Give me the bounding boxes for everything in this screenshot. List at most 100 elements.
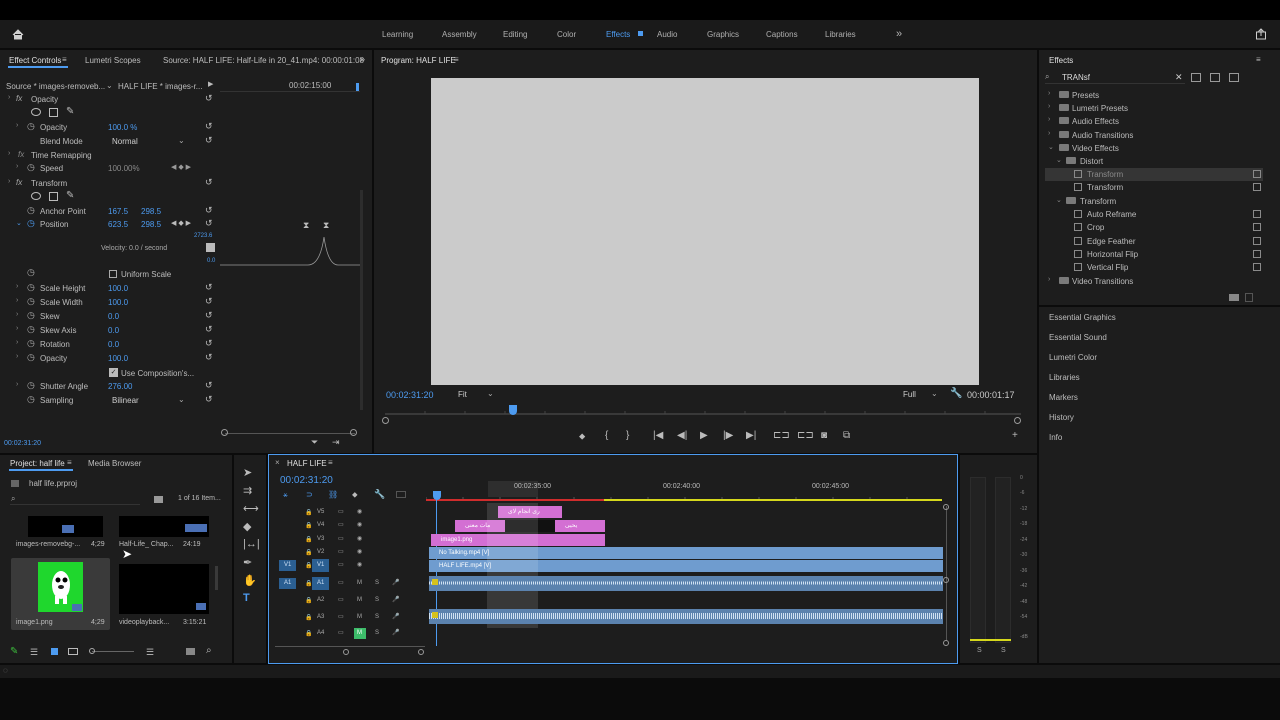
fit-select[interactable]: Fit ⌄ bbox=[458, 389, 498, 401]
lumetri-color-tab[interactable]: Lumetri Color bbox=[1049, 353, 1097, 362]
reset-icon[interactable]: ↺ bbox=[205, 177, 213, 188]
zoom-handle-right[interactable] bbox=[350, 429, 357, 436]
workspace-editing[interactable]: Editing bbox=[503, 30, 527, 39]
effects-tree-item[interactable]: Crop bbox=[1045, 221, 1263, 234]
sampling-select[interactable]: Bilinear ⌄ bbox=[112, 395, 187, 406]
audio-clip-a3[interactable] bbox=[429, 609, 943, 624]
effects-tree-item[interactable]: Auto Reframe bbox=[1045, 208, 1263, 221]
stopwatch-icon[interactable]: ◷ bbox=[27, 352, 35, 363]
scroll-handle[interactable] bbox=[418, 649, 424, 655]
stopwatch-icon[interactable]: ◷ bbox=[27, 380, 35, 391]
timeline-playhead[interactable] bbox=[433, 491, 441, 500]
reset-icon[interactable]: ↺ bbox=[205, 218, 213, 229]
ec-zoom-bar[interactable] bbox=[225, 433, 355, 434]
project-scrollbar[interactable] bbox=[215, 566, 218, 590]
stopwatch-icon[interactable]: ◷ bbox=[27, 205, 35, 216]
effects-tree-item[interactable]: › Audio Effects bbox=[1045, 115, 1263, 128]
reset-icon[interactable]: ↺ bbox=[205, 296, 213, 307]
program-timecode[interactable]: 00:02:31:20 bbox=[386, 390, 434, 400]
pen-tool-icon[interactable]: ✒ bbox=[243, 556, 252, 569]
tab-lumetri-scopes[interactable]: Lumetri Scopes bbox=[85, 56, 141, 65]
workspace-assembly[interactable]: Assembly bbox=[442, 30, 477, 39]
program-scrub-bar[interactable] bbox=[385, 409, 1021, 419]
track-header-a2[interactable]: 🔒 A2 ▭ M S 🎤 bbox=[272, 594, 422, 608]
keyframe-marker-icon[interactable]: ⧗ bbox=[303, 220, 309, 231]
tab-media-browser[interactable]: Media Browser bbox=[88, 459, 141, 468]
effects-tree-item[interactable]: Edge Feather bbox=[1045, 235, 1263, 248]
yuv-effects-icon[interactable] bbox=[1229, 73, 1239, 82]
effects-tree-item-selected[interactable]: Transform bbox=[1045, 168, 1263, 181]
expand-panels-icon[interactable]: » bbox=[360, 54, 365, 64]
timeline-clip[interactable]: یحیی bbox=[555, 520, 605, 532]
effects-tree-item[interactable]: ⌄ Video Effects bbox=[1045, 142, 1263, 155]
project-search-input[interactable]: ⌕ bbox=[10, 494, 140, 505]
go-to-out-icon[interactable]: ▶| bbox=[746, 430, 756, 441]
panel-menu-icon[interactable]: ≡ bbox=[1256, 55, 1261, 64]
stopwatch-icon[interactable]: ◷ bbox=[27, 324, 35, 335]
panel-menu-icon[interactable]: ≡ bbox=[328, 458, 333, 467]
reset-icon[interactable]: ↺ bbox=[205, 324, 213, 335]
effects-tree-item[interactable]: › Lumetri Presets bbox=[1045, 102, 1263, 115]
workspace-libraries[interactable]: Libraries bbox=[825, 30, 856, 39]
program-playhead[interactable] bbox=[509, 405, 517, 415]
opacity-value[interactable]: 100.0 % bbox=[108, 123, 137, 132]
essential-graphics-tab[interactable]: Essential Graphics bbox=[1049, 313, 1116, 322]
add-marker-icon[interactable]: ⬥ bbox=[579, 431, 585, 442]
sequence-clip-label[interactable]: HALF LIFE * images-r... bbox=[118, 82, 202, 91]
reset-icon[interactable]: ↺ bbox=[205, 205, 213, 216]
slip-tool-icon[interactable]: |↔| bbox=[243, 538, 260, 550]
panel-menu-icon[interactable]: ≡ bbox=[67, 458, 72, 467]
effects-tree-item[interactable]: Horizontal Flip bbox=[1045, 248, 1263, 261]
mark-in-icon[interactable]: { bbox=[605, 430, 608, 441]
shutter-angle-value[interactable]: 276.00 bbox=[108, 382, 132, 391]
filter-icon[interactable]: ⏷ bbox=[311, 437, 318, 448]
icon-view-icon[interactable] bbox=[51, 648, 58, 655]
nest-icon[interactable]: ⚹ bbox=[283, 490, 288, 500]
pen-mask-icon[interactable]: ✎ bbox=[66, 190, 74, 201]
anchor-x-value[interactable]: 167.5 bbox=[108, 207, 128, 216]
project-thumb[interactable] bbox=[119, 516, 209, 537]
export-icon[interactable]: ⇥ bbox=[332, 437, 340, 448]
find-icon[interactable]: ⌕ bbox=[206, 645, 212, 656]
reset-icon[interactable]: ↺ bbox=[205, 352, 213, 363]
rotation-value[interactable]: 0.0 bbox=[108, 340, 119, 349]
rect-mask-icon[interactable] bbox=[49, 192, 58, 201]
scale-width-value[interactable]: 100.0 bbox=[108, 298, 128, 307]
ec-scrollbar[interactable] bbox=[360, 190, 363, 410]
scrub-end-handle[interactable] bbox=[1014, 417, 1021, 424]
effects-tree-item[interactable]: Transform bbox=[1045, 181, 1263, 194]
keyframe-nav-icon[interactable]: ◀ ◆ ▶ bbox=[171, 219, 191, 227]
graph-icon[interactable] bbox=[206, 243, 215, 252]
captions-icon[interactable] bbox=[396, 491, 406, 498]
track-header-v2[interactable]: 🔒 V2 ▭ ◉ bbox=[272, 546, 422, 560]
reset-icon[interactable]: ↺ bbox=[205, 394, 213, 405]
scrub-start-handle[interactable] bbox=[382, 417, 389, 424]
delete-icon[interactable] bbox=[1245, 293, 1253, 302]
stopwatch-icon[interactable]: ◷ bbox=[27, 121, 35, 132]
selection-tool-icon[interactable]: ➤ bbox=[243, 466, 252, 479]
track-header-v4[interactable]: 🔒 V4 ▭ ◉ bbox=[272, 519, 422, 533]
add-marker-icon[interactable]: ⬥ bbox=[352, 490, 358, 500]
effects-tree-item[interactable]: Vertical Flip bbox=[1045, 261, 1263, 274]
camera-icon[interactable]: ◙ bbox=[821, 430, 827, 441]
workspace-audio[interactable]: Audio bbox=[657, 30, 677, 39]
scroll-handle[interactable] bbox=[943, 577, 949, 583]
stopwatch-icon[interactable]: ◷ bbox=[27, 310, 35, 321]
stopwatch-icon[interactable]: ◷ bbox=[27, 162, 35, 173]
project-thumb[interactable] bbox=[28, 516, 103, 537]
quality-select[interactable]: Full ⌄ bbox=[903, 389, 943, 401]
timeline-v-scroll[interactable] bbox=[946, 506, 947, 641]
share-icon[interactable] bbox=[1255, 28, 1267, 40]
compare-icon[interactable]: ⧉ bbox=[843, 430, 850, 441]
sort-icon[interactable]: ☰ bbox=[146, 647, 154, 658]
effects-tree-item[interactable]: ⌄ Distort bbox=[1045, 155, 1263, 168]
snap-icon[interactable]: ⊃ bbox=[306, 490, 313, 499]
project-thumb[interactable] bbox=[119, 564, 209, 614]
rect-mask-icon[interactable] bbox=[49, 108, 58, 117]
track-select-icon[interactable]: ⇉ bbox=[243, 484, 252, 497]
reset-icon[interactable]: ↺ bbox=[205, 338, 213, 349]
track-header-a1[interactable]: A1 🔒 A1 ▭ M S 🎤 bbox=[272, 577, 422, 591]
reset-icon[interactable]: ↺ bbox=[205, 135, 213, 146]
tab-effect-controls[interactable]: Effect Controls bbox=[9, 56, 61, 65]
step-back-icon[interactable]: ◀| bbox=[677, 430, 687, 441]
